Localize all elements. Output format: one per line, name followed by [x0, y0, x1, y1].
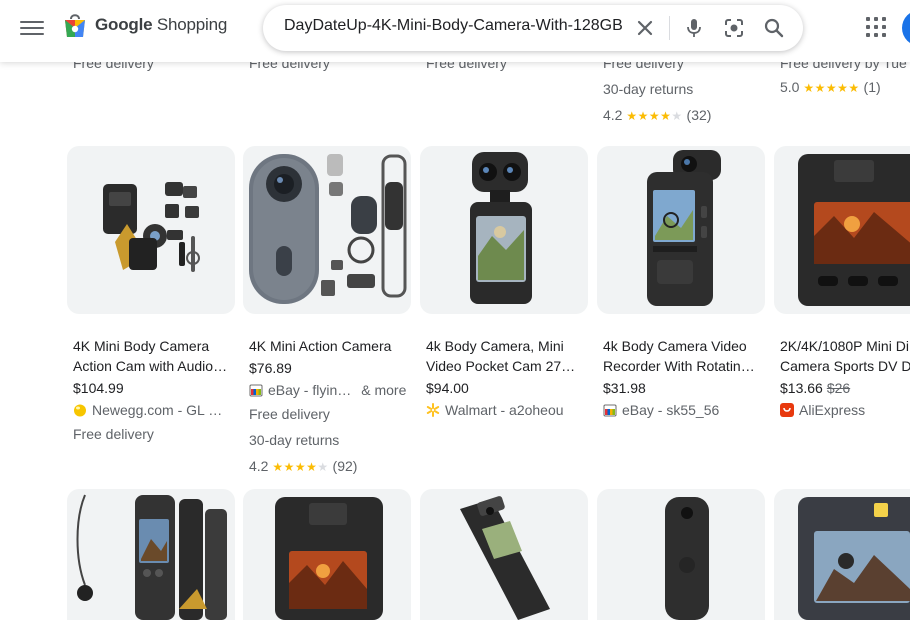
product-image[interactable]: [67, 489, 235, 620]
delivery-text: Free delivery: [73, 426, 154, 442]
product-title[interactable]: 4K Mini Body Camera Action Cam with Audi…: [73, 336, 233, 376]
product-image[interactable]: [774, 489, 910, 620]
review-count[interactable]: (92): [333, 458, 358, 474]
ebay-icon: [603, 404, 617, 417]
shopping-bag-logo: [65, 14, 85, 37]
product-image[interactable]: [597, 489, 765, 620]
rating-row: 4.2 ★★★★★ (92): [249, 458, 357, 474]
more-stores-link[interactable]: & more: [361, 382, 406, 398]
title-line: 4K Mini Body Camera: [73, 338, 210, 354]
lens-icon[interactable]: [722, 16, 746, 40]
store-row[interactable]: eBay - flyin… & more: [249, 382, 406, 398]
product-card[interactable]: 4k Body Camera, Mini Video Pocket Cam 27…: [420, 146, 590, 426]
close-icon[interactable]: [633, 16, 657, 40]
search-icon[interactable]: [762, 16, 786, 40]
google-shopping-logo[interactable]: Google Shopping: [64, 12, 227, 38]
product-card[interactable]: 4K Mini Action Camera $76.89 eBay - flyi…: [243, 146, 413, 476]
product-card[interactable]: 2K/4K/1080P Mini Di Camera Sports DV D $…: [774, 146, 910, 426]
star-rating-icon: ★★★★: [626, 109, 672, 123]
product-price: $94.00: [426, 380, 469, 396]
title-line: 4K Mini Action Camera: [249, 338, 392, 354]
product-price: $13.66 $26: [780, 380, 850, 396]
store-row[interactable]: eBay - sk55_56: [603, 402, 719, 418]
store-name: Newegg.com - GL …: [92, 402, 223, 418]
title-line: Action Cam with Audio…: [73, 358, 228, 374]
review-count: (1): [863, 79, 881, 95]
logo-text: Google Shopping: [95, 15, 228, 34]
review-count: (32): [686, 107, 712, 123]
product-card[interactable]: 4K Mini Body Camera Action Cam with Audi…: [67, 146, 237, 446]
mic-icon[interactable]: [682, 16, 706, 40]
search-input[interactable]: [284, 17, 626, 35]
store-row[interactable]: Walmart - a2oheou: [426, 402, 564, 418]
newegg-icon: [74, 404, 86, 417]
product-title[interactable]: 2K/4K/1080P Mini Di Camera Sports DV D: [780, 336, 910, 376]
product-title[interactable]: 4K Mini Action Camera: [249, 336, 409, 356]
store-name: eBay - flyin…: [268, 382, 352, 398]
walmart-icon: [426, 403, 440, 417]
star-rating-icon: ★★★★★: [803, 81, 860, 95]
product-image[interactable]: [420, 146, 588, 314]
store-name: eBay - sk55_56: [622, 402, 720, 418]
store-name: AliExpress: [799, 402, 866, 418]
product-title[interactable]: 4k Body Camera, Mini Video Pocket Cam 27…: [426, 336, 586, 376]
star-empty-icon: ★: [671, 109, 683, 123]
product-price: $104.99: [73, 380, 124, 396]
product-price: $31.98: [603, 380, 646, 396]
store-name: Walmart - a2oheou: [445, 402, 564, 418]
rating-row: 4.2 ★★★★★ (32): [603, 108, 711, 122]
current-price: $13.66: [780, 380, 823, 396]
original-price: $26: [826, 380, 851, 396]
menu-icon[interactable]: [20, 17, 44, 39]
rating-value: 4.2: [249, 458, 269, 474]
top-app-bar: Google Shopping: [0, 0, 910, 62]
aliexpress-icon: [780, 403, 794, 417]
product-image[interactable]: [420, 489, 588, 620]
star-empty-icon: ★: [317, 460, 329, 474]
title-line: Video Pocket Cam 27…: [426, 358, 576, 374]
product-image[interactable]: [243, 146, 411, 314]
product-card[interactable]: 4k Body Camera Video Recorder With Rotat…: [597, 146, 767, 426]
returns-text: 30-day returns: [249, 432, 340, 448]
product-image[interactable]: [243, 489, 411, 620]
search-divider: [669, 16, 670, 40]
store-row[interactable]: Newegg.com - GL …: [73, 402, 222, 418]
product-price: $76.89: [249, 360, 292, 376]
product-image[interactable]: [67, 146, 235, 314]
product-image[interactable]: [597, 146, 765, 314]
rating-row: 5.0 ★★★★★ (1): [780, 80, 881, 94]
rating-value: 4.2: [603, 107, 623, 123]
ebay-icon: [249, 384, 263, 397]
title-line: 4k Body Camera Video: [603, 338, 747, 354]
account-avatar[interactable]: [902, 10, 910, 46]
title-line: Camera Sports DV D: [780, 358, 910, 374]
star-rating-icon: ★★★★: [272, 460, 318, 474]
title-line: 2K/4K/1080P Mini Di: [780, 338, 909, 354]
delivery-text: Free delivery: [249, 406, 330, 422]
product-title[interactable]: 4k Body Camera Video Recorder With Rotat…: [603, 336, 763, 376]
rating-value: 5.0: [780, 79, 800, 95]
store-row[interactable]: AliExpress: [780, 402, 865, 418]
title-line: 4k Body Camera, Mini: [426, 338, 564, 354]
product-image[interactable]: [774, 146, 910, 314]
title-line: Recorder With Rotatin…: [603, 358, 755, 374]
search-box: [263, 5, 803, 51]
returns-text: 30-day returns: [603, 81, 694, 97]
apps-grid-icon[interactable]: [866, 17, 886, 37]
